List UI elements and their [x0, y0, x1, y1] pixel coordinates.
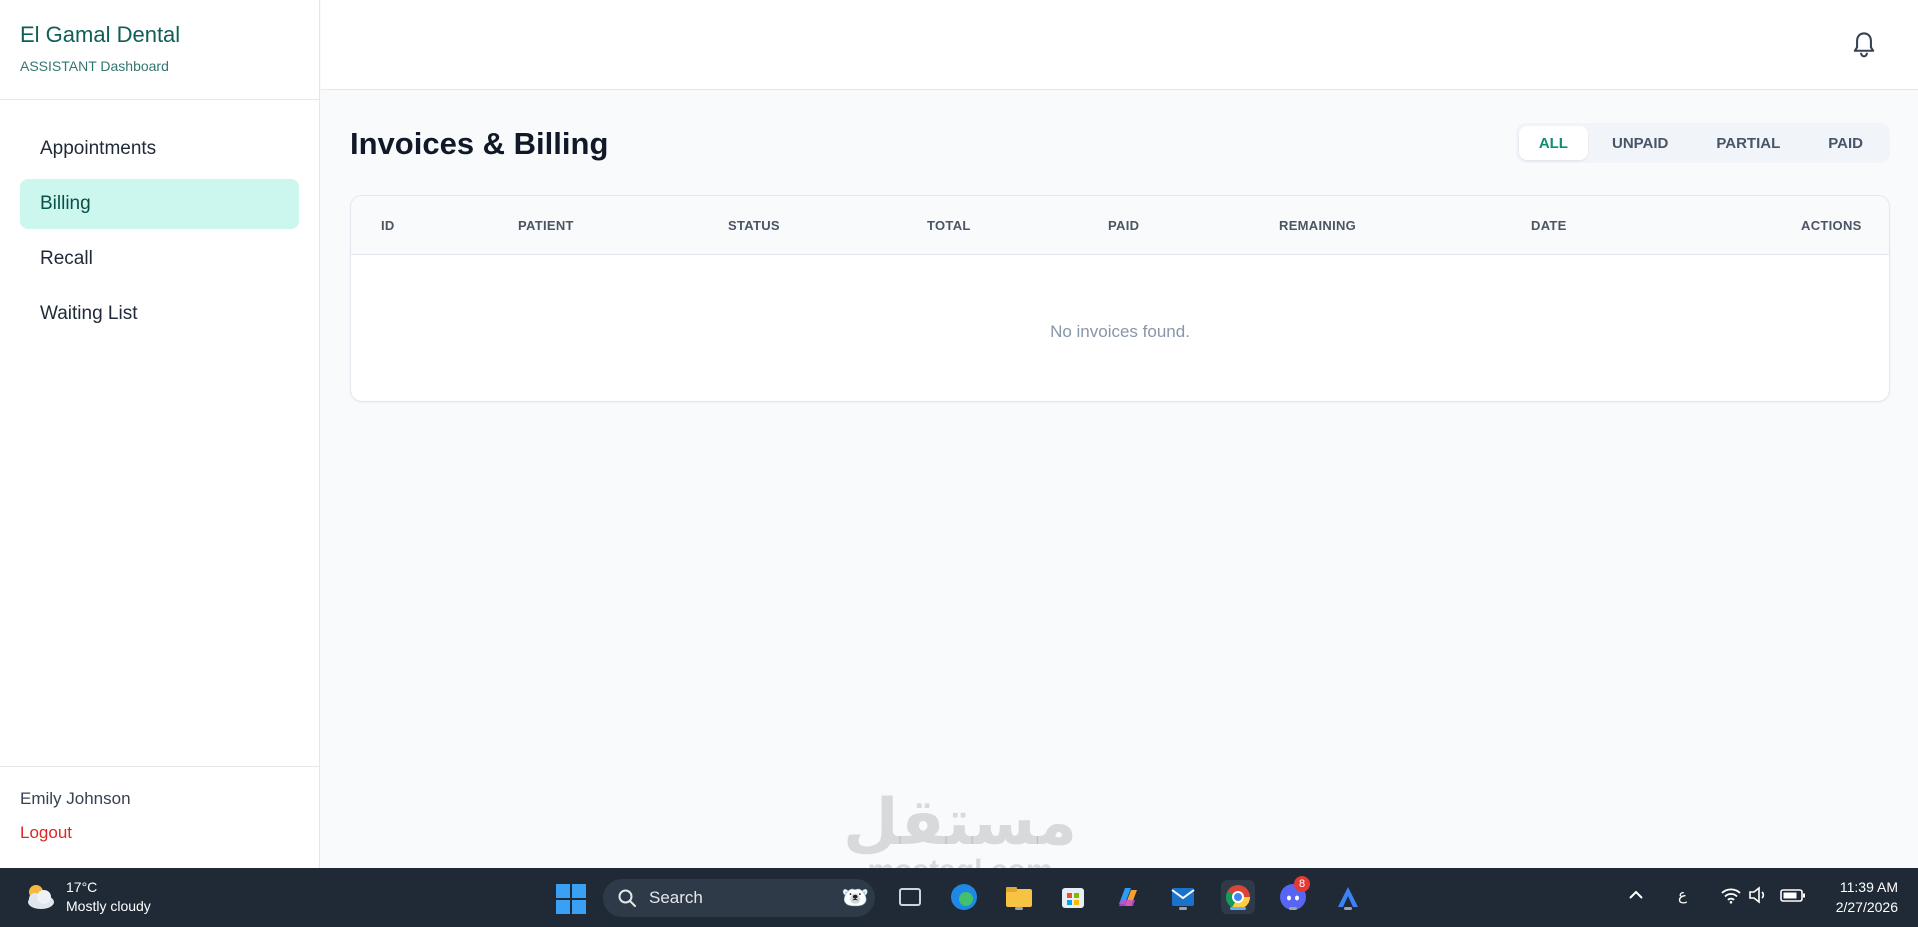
search-label: Search	[649, 888, 703, 907]
sidebar-footer: Emily Johnson Logout	[0, 766, 319, 868]
wifi-icon[interactable]	[1720, 886, 1742, 908]
sidebar: El Gamal Dental ASSISTANT Dashboard Appo…	[0, 0, 320, 868]
column-header-actions: ACTIONS	[1801, 218, 1862, 233]
column-header-status: STATUS	[728, 218, 780, 233]
volume-icon[interactable]	[1748, 886, 1768, 908]
filter-unpaid[interactable]: UNPAID	[1588, 126, 1692, 160]
watermark-text: مستقل	[842, 786, 1078, 858]
weather-temperature: 17°C	[66, 879, 98, 895]
filter-paid[interactable]: PAID	[1804, 126, 1887, 160]
column-header-patient: PATIENT	[518, 218, 574, 233]
column-header-total: TOTAL	[927, 218, 971, 233]
filter-partial[interactable]: PARTIAL	[1692, 126, 1804, 160]
column-header-paid: PAID	[1108, 218, 1140, 233]
cloudy-weather-icon	[28, 885, 54, 909]
outlook-icon[interactable]	[1166, 880, 1200, 914]
edge-browser-icon[interactable]	[947, 880, 981, 914]
clock-time: 11:39 AM	[1839, 879, 1898, 895]
chevron-up-icon[interactable]	[1627, 886, 1645, 908]
taskbar: 17°C Mostly cloudy Search 🐻‍❄️	[0, 868, 1918, 927]
brand-subtitle: ASSISTANT Dashboard	[20, 58, 169, 74]
empty-state-message: No invoices found.	[1050, 322, 1190, 341]
sidebar-item-recall[interactable]: Recall	[20, 234, 299, 284]
brand: El Gamal Dental ASSISTANT Dashboard	[0, 0, 319, 100]
discord-notification-badge: 8	[1294, 876, 1310, 892]
status-filter-group: ALL UNPAID PARTIAL PAID	[1515, 123, 1890, 163]
sidebar-item-billing[interactable]: Billing	[20, 179, 299, 229]
system-clock[interactable]: 11:39 AM 2/27/2026	[1836, 877, 1898, 917]
bell-icon[interactable]	[1850, 30, 1878, 60]
battery-icon[interactable]	[1780, 886, 1806, 908]
weather-widget[interactable]: 17°C Mostly cloudy	[22, 878, 151, 916]
filter-all[interactable]: ALL	[1518, 126, 1588, 160]
brand-title: El Gamal Dental	[20, 22, 181, 47]
task-view-icon[interactable]	[893, 880, 927, 914]
sidebar-item-appointments[interactable]: Appointments	[20, 124, 299, 174]
table-header: ID PATIENT STATUS TOTAL PAID REMAINING D…	[351, 196, 1889, 255]
copilot-icon[interactable]	[1111, 880, 1145, 914]
chrome-icon[interactable]	[1221, 880, 1255, 914]
sidebar-item-waiting-list[interactable]: Waiting List	[20, 289, 299, 339]
page-title: Invoices & Billing	[350, 126, 609, 161]
windows-start-icon[interactable]	[556, 884, 586, 914]
column-header-date: DATE	[1531, 218, 1567, 233]
app-launcher-icon[interactable]	[1331, 880, 1365, 914]
search-icon	[618, 889, 636, 907]
sidebar-nav: Appointments Billing Recall Waiting List	[0, 100, 319, 339]
topbar	[321, 0, 1918, 90]
weather-description: Mostly cloudy	[66, 898, 151, 914]
microsoft-store-icon[interactable]	[1056, 880, 1090, 914]
taskbar-search[interactable]: Search 🐻‍❄️	[603, 879, 875, 917]
search-highlight-icon: 🐻‍❄️	[841, 885, 869, 910]
column-header-remaining: REMAINING	[1279, 218, 1357, 233]
column-header-id: ID	[381, 218, 395, 233]
user-name: Emily Johnson	[20, 789, 131, 808]
logout-link[interactable]: Logout	[20, 823, 299, 843]
clock-date: 2/27/2026	[1835, 899, 1898, 915]
invoices-table: ID PATIENT STATUS TOTAL PAID REMAINING D…	[350, 195, 1890, 402]
input-language-indicator[interactable]: ع	[1678, 886, 1687, 904]
file-explorer-icon[interactable]	[1002, 880, 1036, 914]
